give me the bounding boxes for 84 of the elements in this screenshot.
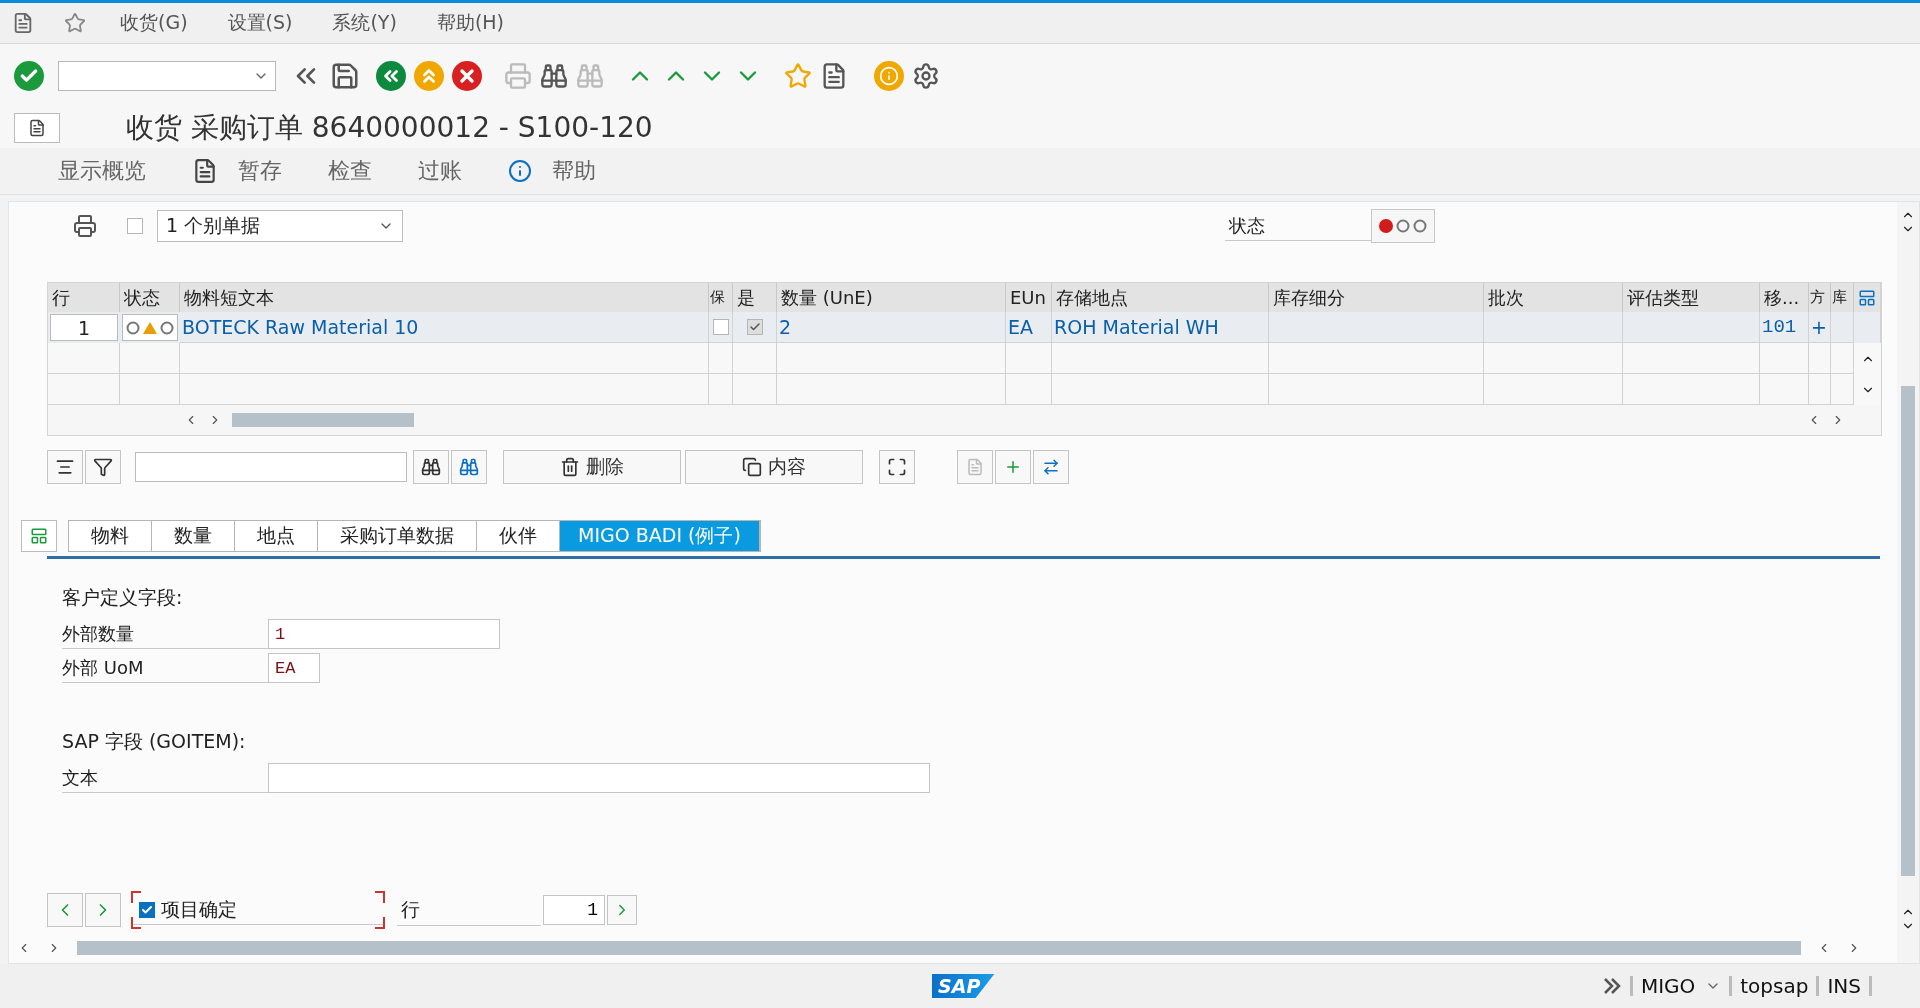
checkbox[interactable]: [127, 218, 143, 234]
find-button[interactable]: [413, 450, 449, 484]
window-title: 收货 采购订单 8640000012 - S100-120: [126, 110, 653, 146]
menu-item[interactable]: 帮助(H): [436, 10, 504, 36]
binoculars-icon: [459, 457, 479, 477]
menu-item[interactable]: 系统(Y): [332, 10, 397, 36]
copy-icon: [742, 457, 762, 477]
insert-mode: INS: [1827, 974, 1861, 998]
tab[interactable]: 物料: [69, 521, 152, 551]
filter-icon: [93, 457, 113, 477]
status-button[interactable]: [1371, 209, 1435, 243]
align-button[interactable]: [47, 450, 83, 484]
checkbox[interactable]: [746, 319, 763, 335]
menu-item[interactable]: 设置(S): [227, 10, 293, 36]
close-icon: [457, 66, 477, 86]
item-ok-checkbox[interactable]: 项目确定: [131, 891, 385, 929]
check-icon: [141, 904, 153, 916]
star-icon[interactable]: [64, 12, 86, 34]
toolbar-button[interactable]: 过账: [408, 156, 472, 186]
input-field[interactable]: 1: [268, 619, 500, 649]
check-icon: [748, 321, 761, 333]
document-dropdown[interactable]: 1 个别单据: [157, 210, 403, 242]
transfer-button[interactable]: [1033, 450, 1069, 484]
table-cell: [1831, 374, 1854, 405]
sap-logo: SAP: [932, 974, 995, 998]
menu-icon[interactable]: [12, 12, 34, 34]
table-cell: [733, 374, 777, 405]
toolbar-button[interactable]: 检查: [318, 156, 382, 186]
filter-button[interactable]: [85, 450, 121, 484]
tab[interactable]: 数量: [152, 521, 235, 551]
page-icon: [192, 158, 218, 184]
binoculars-icon[interactable]: [540, 62, 568, 90]
enter-button[interactable]: [14, 61, 44, 91]
settings-icon[interactable]: [912, 62, 940, 90]
table-cell: 1: [50, 314, 118, 341]
star-icon[interactable]: [784, 62, 812, 90]
menu-item[interactable]: 收货(G): [120, 10, 188, 36]
plus-icon: [1004, 458, 1022, 476]
collapse-button[interactable]: [21, 520, 57, 552]
screen-menu-button[interactable]: [14, 113, 60, 143]
expand-icon: [887, 457, 907, 477]
trash-icon: [560, 457, 580, 477]
command-field[interactable]: [58, 61, 276, 91]
page-icon: [28, 119, 46, 137]
toolbar-button[interactable]: 暂存: [182, 156, 292, 186]
table-cell: [709, 374, 733, 405]
transaction-code: MIGO: [1640, 974, 1696, 998]
input-field[interactable]: EA: [268, 653, 320, 683]
field-label: 行: [397, 894, 541, 926]
cancel-button[interactable]: [452, 61, 482, 91]
section-heading: SAP 字段 (GOITEM):: [62, 729, 247, 754]
checkbox[interactable]: [712, 319, 729, 335]
print-icon[interactable]: [73, 214, 97, 238]
scrollbar-thumb[interactable]: [1901, 386, 1915, 876]
toolbar-button[interactable]: 删除: [503, 450, 681, 484]
info-icon: [879, 66, 899, 86]
find-next-button[interactable]: [451, 450, 487, 484]
table-cell: [1760, 374, 1809, 405]
align-icon: [55, 457, 75, 477]
fullscreen-button[interactable]: [879, 450, 915, 484]
table-cell: [1006, 374, 1052, 405]
toolbar-button[interactable]: 显示概览: [48, 156, 156, 186]
search-field[interactable]: [135, 452, 407, 482]
input-field[interactable]: 1: [543, 895, 605, 925]
page-icon: [966, 458, 984, 476]
section-heading: 客户定义字段:: [62, 585, 184, 610]
transfer-icon: [1042, 458, 1060, 476]
expand-icon[interactable]: [1601, 976, 1622, 996]
tab[interactable]: 采购订单数据: [318, 521, 477, 551]
save-icon[interactable]: [330, 61, 360, 91]
tab[interactable]: 地点: [235, 521, 318, 551]
scrollbar-thumb[interactable]: [77, 941, 1801, 955]
toolbar-button[interactable]: 帮助: [498, 156, 606, 186]
toolbar-button[interactable]: 内容: [685, 450, 863, 484]
user-name: topsap: [1740, 974, 1809, 998]
info-icon: [508, 159, 532, 183]
table-cell: [1809, 374, 1831, 405]
input-field[interactable]: [268, 763, 930, 793]
tab[interactable]: 伙伴: [477, 521, 560, 551]
scrollbar-thumb[interactable]: [232, 413, 414, 427]
table-cell: [120, 374, 180, 405]
checkbox[interactable]: [139, 902, 155, 918]
binoculars-icon: [421, 457, 441, 477]
back-button[interactable]: [376, 61, 406, 91]
